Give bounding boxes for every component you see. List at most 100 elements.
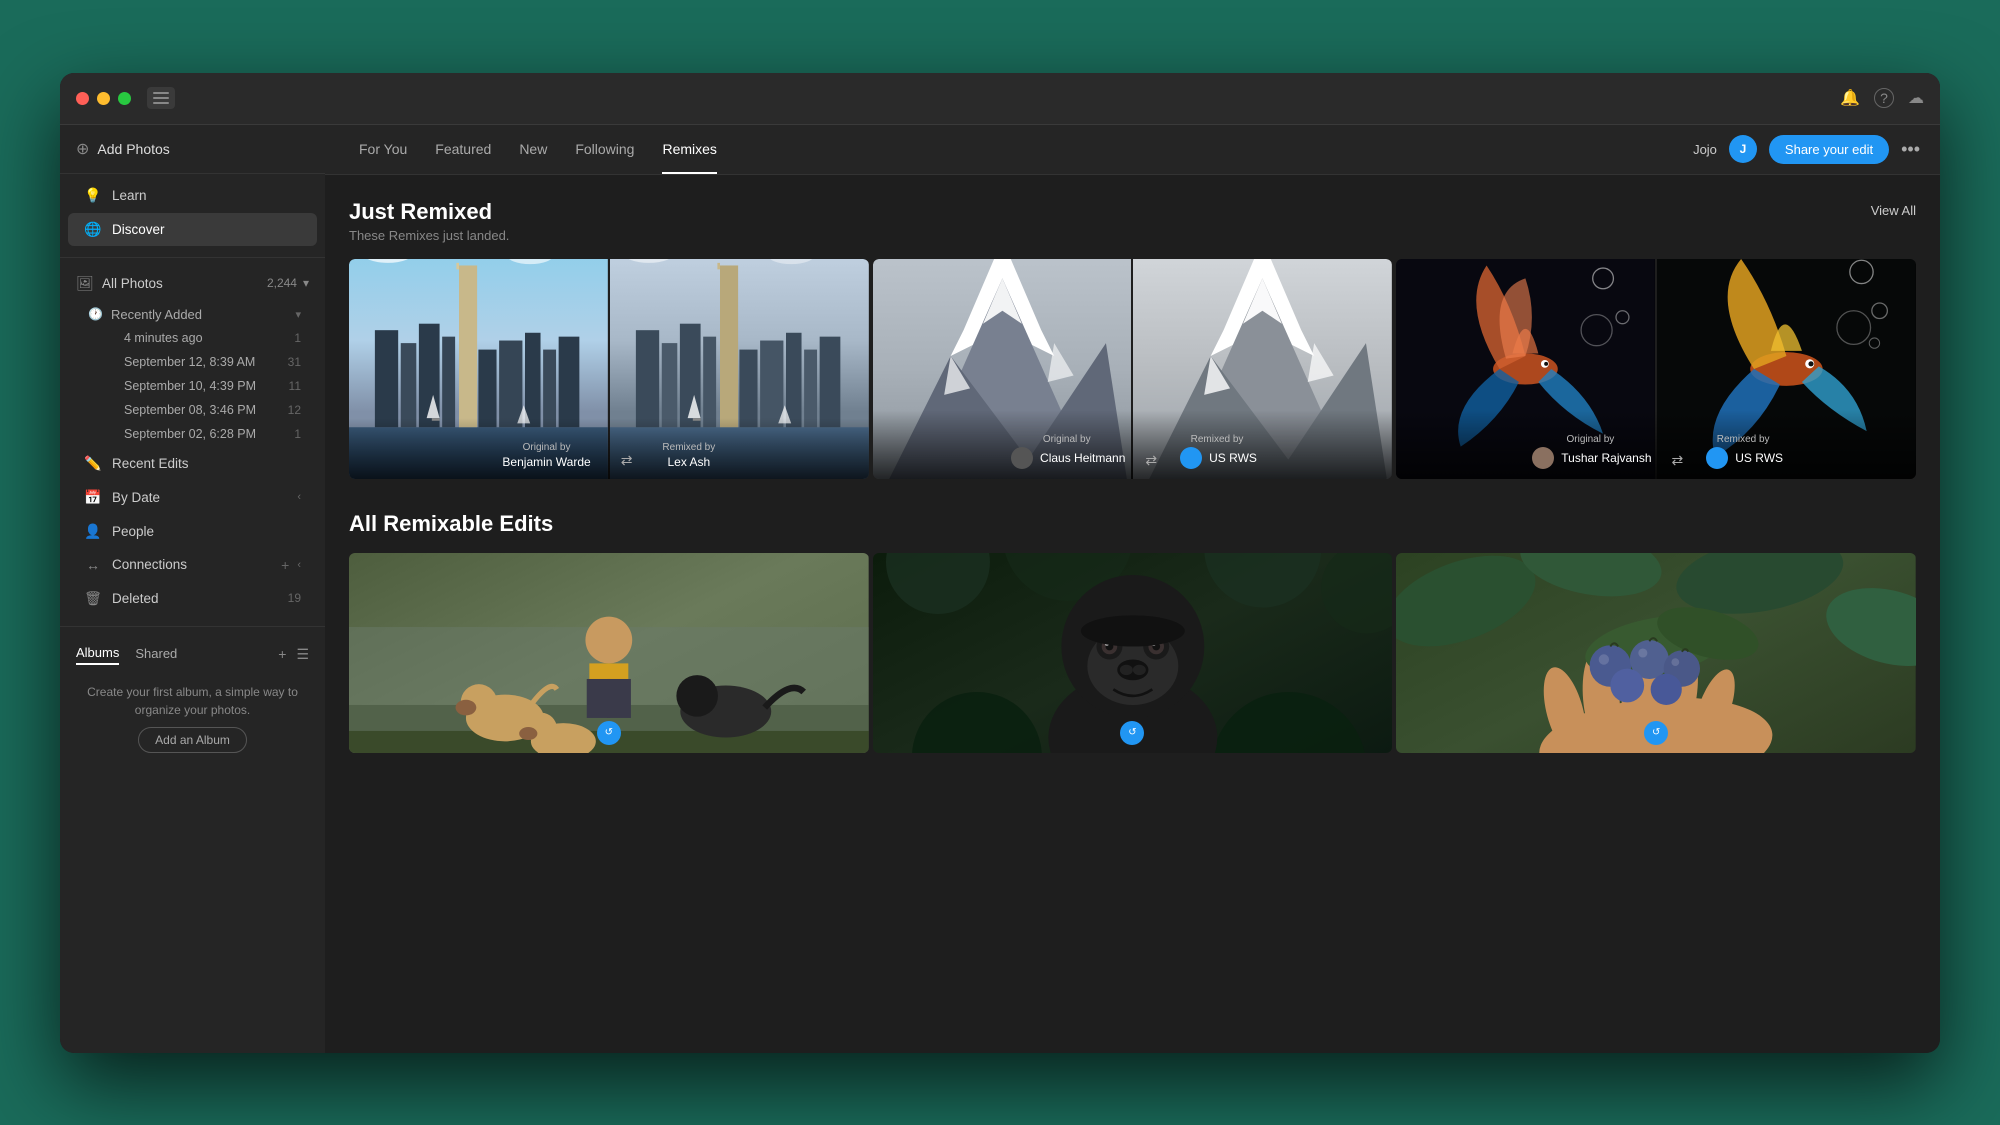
user-avatar: J	[1729, 135, 1757, 163]
date-item[interactable]: September 10, 4:39 PM11	[80, 374, 317, 398]
recent-edits-label: Recent Edits	[112, 456, 189, 471]
sort-albums-icon[interactable]: ☰	[296, 646, 309, 663]
add-album-icon[interactable]: +	[278, 646, 286, 663]
all-photos-right: 2,244 ▾	[267, 276, 309, 290]
chevron-left-icon: ‹	[297, 491, 301, 503]
all-photos-row[interactable]: 🖼 All Photos 2,244 ▾	[68, 268, 317, 299]
remixed-author-1: Lex Ash	[667, 455, 710, 469]
usrws-avatar-2	[1706, 447, 1728, 469]
remix-arrow-icon-3: ⇄	[1672, 452, 1684, 469]
maximize-button[interactable]	[118, 92, 131, 105]
all-remixable-title: All Remixable Edits	[349, 511, 553, 537]
nyc-label: Original by Benjamin Warde ⇄ Remixed by …	[349, 418, 869, 479]
sidebar-item-recent-edits[interactable]: ✏️ Recent Edits	[68, 447, 317, 480]
more-options-button[interactable]: •••	[1901, 139, 1920, 160]
date-items: 4 minutes ago1September 12, 8:39 AM31Sep…	[80, 326, 317, 446]
sidebar-toggle-icon[interactable]	[147, 87, 175, 109]
connections-icon: ↔	[84, 557, 102, 573]
chevron-down-icon: ▾	[303, 276, 309, 290]
nyc-card[interactable]: Original by Benjamin Warde ⇄ Remixed by …	[349, 259, 869, 479]
sidebar-item-by-date[interactable]: 📅 By Date ‹	[68, 481, 317, 514]
content-scroll: Just Remixed These Remixes just landed. …	[325, 175, 1940, 1053]
minimize-button[interactable]	[97, 92, 110, 105]
close-button[interactable]	[76, 92, 89, 105]
sidebar-item-deleted[interactable]: 🗑 Deleted 19	[68, 582, 317, 615]
original-author-1: Benjamin Warde	[502, 455, 590, 469]
dogs-remix-icon: ↺	[597, 721, 621, 745]
date-item[interactable]: September 02, 6:28 PM1	[80, 422, 317, 446]
deleted-label: Deleted	[112, 591, 159, 606]
add-photos-button[interactable]: ⊕ Add Photos	[60, 125, 325, 174]
all-remixable-header: All Remixable Edits	[349, 511, 1916, 537]
albums-actions: + ☰	[278, 646, 309, 663]
chevron-left-icon-2: ‹	[297, 559, 301, 571]
all-remixable-grid: ↺	[349, 553, 1916, 753]
tab-for-you[interactable]: For You	[345, 125, 421, 174]
sidebar-item-people[interactable]: 👤 People	[68, 515, 317, 548]
just-remixed-header: Just Remixed These Remixes just landed. …	[349, 199, 1916, 243]
albums-section: Albums Shared + ☰ Create your first albu…	[60, 633, 325, 759]
fish-remixed-info: Remixed by US RWS	[1703, 434, 1783, 469]
fish-card[interactable]: Original by Tushar Rajvansh ⇄ Remixed by	[1396, 259, 1916, 479]
sidebar-item-connections[interactable]: ↔ Connections + ‹	[68, 549, 317, 581]
mountain-remixed-info: Remixed by US RWS	[1177, 434, 1257, 469]
trash-icon: 🗑	[84, 590, 102, 607]
add-connection-icon[interactable]: +	[281, 557, 289, 573]
user-name: Jojo	[1693, 142, 1717, 157]
albums-tab[interactable]: Albums	[76, 645, 119, 665]
globe-icon: 🌐	[84, 221, 102, 238]
recently-added-header[interactable]: 🕐 Recently Added ▾	[80, 299, 317, 326]
bell-icon[interactable]: 🔔	[1840, 88, 1860, 108]
add-album-button[interactable]: Add an Album	[138, 727, 247, 753]
shared-tab[interactable]: Shared	[135, 646, 177, 664]
mountain-original-info: Original by Claus Heitmann	[1008, 434, 1125, 469]
view-all-button[interactable]: View All	[1871, 199, 1916, 218]
fish-label: Original by Tushar Rajvansh ⇄ Remixed by	[1396, 410, 1916, 479]
title-bar-icons	[147, 87, 175, 109]
date-item[interactable]: September 12, 8:39 AM31	[80, 350, 317, 374]
app-window: 🔔 ? ☁ ⊕ Add Photos 💡 Learn 🌐 Discover	[60, 73, 1940, 1053]
sidebar: ⊕ Add Photos 💡 Learn 🌐 Discover 🖼 All P	[60, 125, 325, 1053]
app-body: ⊕ Add Photos 💡 Learn 🌐 Discover 🖼 All P	[60, 125, 1940, 1053]
add-photos-label: Add Photos	[97, 141, 169, 157]
just-remixed-title: Just Remixed	[349, 199, 509, 225]
photos-icon: 🖼	[76, 275, 94, 292]
sidebar-item-learn[interactable]: 💡 Learn	[68, 179, 317, 212]
date-item[interactable]: September 08, 3:46 PM12	[80, 398, 317, 422]
tab-following[interactable]: Following	[561, 125, 648, 174]
help-icon[interactable]: ?	[1874, 88, 1894, 108]
sidebar-divider-2	[60, 626, 325, 627]
blueberries-card[interactable]: ↺	[1396, 553, 1916, 753]
tab-featured[interactable]: Featured	[421, 125, 505, 174]
traffic-lights	[76, 92, 131, 105]
discover-label: Discover	[112, 222, 165, 237]
all-remixable-section: All Remixable Edits	[349, 511, 1916, 753]
mountain-card[interactable]: Original by Claus Heitmann ⇄ Remixed by	[873, 259, 1393, 479]
just-remixed-grid: Original by Benjamin Warde ⇄ Remixed by …	[349, 259, 1916, 479]
share-your-edit-button[interactable]: Share your edit	[1769, 135, 1889, 164]
gorilla-card[interactable]: ↺	[873, 553, 1393, 753]
dogs-card[interactable]: ↺	[349, 553, 869, 753]
albums-header: Albums Shared + ☰	[76, 645, 309, 665]
sidebar-divider-1	[60, 257, 325, 258]
people-label: People	[112, 524, 154, 539]
learn-label: Learn	[112, 188, 147, 203]
remixed-by-label-1: Remixed by	[662, 442, 715, 453]
cloud-icon[interactable]: ☁	[1908, 88, 1924, 108]
blueberries-remix-icon: ↺	[1644, 721, 1668, 745]
nyc-remixed-info: Remixed by Lex Ash	[662, 442, 715, 469]
chevron-down-icon-2: ▾	[295, 308, 301, 321]
albums-empty-text: Create your first album, a simple way to…	[76, 673, 309, 727]
tab-new[interactable]: New	[505, 125, 561, 174]
remix-arrow-icon-2: ⇄	[1145, 452, 1157, 469]
fish-original-info: Original by Tushar Rajvansh	[1529, 434, 1651, 469]
tab-remixes[interactable]: Remixes	[648, 125, 730, 174]
connections-label: Connections	[112, 557, 187, 572]
just-remixed-title-group: Just Remixed These Remixes just landed.	[349, 199, 509, 243]
sidebar-item-discover[interactable]: 🌐 Discover	[68, 213, 317, 246]
date-item[interactable]: 4 minutes ago1	[80, 326, 317, 350]
all-photos-label: All Photos	[102, 276, 163, 291]
nyc-original-info: Original by Benjamin Warde	[502, 442, 590, 469]
remix-dot-gorilla: ↺	[1120, 721, 1144, 745]
just-remixed-section: Just Remixed These Remixes just landed. …	[349, 199, 1916, 479]
